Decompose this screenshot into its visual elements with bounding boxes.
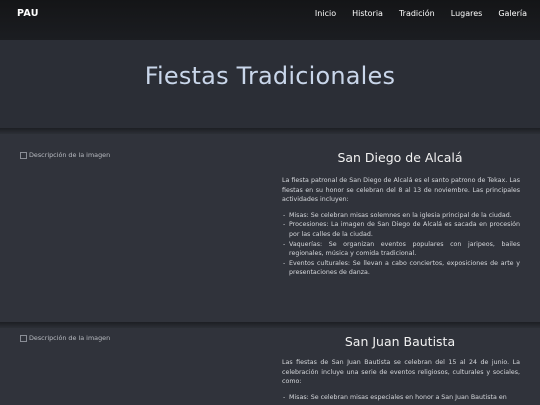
section-card-san-diego: Descripción de la imagen San Diego de Al…	[0, 134, 540, 322]
section-intro: Las fiestas de San Juan Bautista se cele…	[282, 359, 520, 386]
broken-image-icon	[20, 334, 27, 342]
activity-list: Misas: Se celebran misas solemnes en la …	[282, 211, 520, 278]
nav-item-inicio[interactable]: Inicio	[315, 9, 336, 18]
image-alt-text: Descripción de la imagen	[29, 334, 111, 342]
list-item: Eventos culturales: Se llevan a cabo con…	[283, 259, 520, 278]
nav-item-historia[interactable]: Historia	[352, 9, 383, 18]
navbar: PAU Inicio Historia Tradición Lugares Ga…	[0, 0, 540, 40]
image-alt-text: Descripción de la imagen	[29, 151, 111, 159]
section-body: La fiesta patronal de San Diego de Alcal…	[282, 176, 520, 278]
nav-item-lugares[interactable]: Lugares	[451, 9, 483, 18]
list-item: Misas: Se celebran misas especiales en h…	[283, 393, 520, 403]
list-item: Misas: Se celebran misas solemnes en la …	[283, 211, 520, 221]
section-intro: La fiesta patronal de San Diego de Alcal…	[282, 177, 520, 204]
section-title: San Diego de Alcalá	[337, 150, 463, 165]
section-body: Las fiestas de San Juan Bautista se cele…	[282, 358, 520, 402]
list-item: Procesiones: La imagen de San Diego de A…	[283, 220, 520, 239]
section-title: San Juan Bautista	[344, 334, 456, 349]
list-item: Vaquerías: Se organizan eventos populare…	[283, 240, 520, 259]
section-image: Descripción de la imagen	[20, 151, 110, 159]
section-image: Descripción de la imagen	[20, 334, 110, 342]
broken-image-icon	[20, 151, 27, 159]
section-card-san-juan: Descripción de la imagen San Juan Bautis…	[0, 328, 540, 405]
activity-list: Misas: Se celebran misas especiales en h…	[282, 393, 520, 403]
nav-item-tradicion[interactable]: Tradición	[399, 9, 435, 18]
page-title: Fiestas Tradicionales	[144, 62, 396, 90]
brand-logo[interactable]: PAU	[17, 8, 39, 19]
nav-item-galeria[interactable]: Galería	[498, 9, 527, 18]
nav-menu: Inicio Historia Tradición Lugares Galerí…	[315, 9, 527, 18]
hero-banner: Fiestas Tradicionales	[0, 40, 540, 128]
